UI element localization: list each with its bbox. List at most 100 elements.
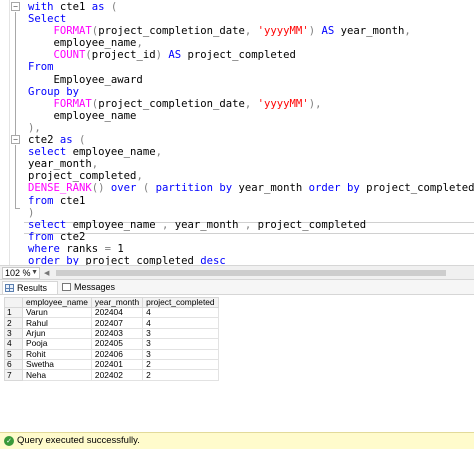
results-table: employee_name year_month project_complet… bbox=[4, 297, 219, 381]
code-line[interactable]: cte2 as ( bbox=[28, 134, 474, 146]
code-line[interactable]: from cte2 bbox=[28, 231, 474, 243]
header-row: employee_name year_month project_complet… bbox=[4, 297, 219, 308]
row-number[interactable]: 3 bbox=[4, 327, 23, 340]
code-token: From bbox=[28, 61, 54, 74]
table-cell[interactable]: Rohit bbox=[22, 348, 92, 360]
code-line[interactable]: ) bbox=[28, 207, 474, 219]
code-line[interactable]: FORMAT(project_completion_date, 'yyyyMM'… bbox=[28, 98, 474, 110]
collapse-icon[interactable]: − bbox=[11, 2, 20, 11]
code-token: , bbox=[91, 158, 99, 171]
code-token: project_id bbox=[91, 49, 156, 62]
table-cell[interactable]: 202407 bbox=[90, 317, 144, 329]
table-cell[interactable]: 4 bbox=[142, 317, 219, 329]
code-line[interactable]: From bbox=[28, 61, 474, 73]
row-number[interactable]: 7 bbox=[4, 369, 23, 381]
table-cell[interactable]: 2 bbox=[142, 369, 219, 381]
code-line[interactable]: where ranks = 1 bbox=[28, 243, 474, 255]
code-line[interactable]: Select bbox=[28, 13, 474, 25]
column-header[interactable]: year_month bbox=[90, 297, 144, 308]
zoom-value: 102 % bbox=[5, 268, 31, 278]
code-token: partition by bbox=[155, 182, 239, 195]
code-line[interactable]: employee_name bbox=[28, 110, 474, 122]
column-header[interactable]: project_completed bbox=[142, 297, 219, 308]
scroll-left-icon[interactable]: ◀ bbox=[44, 268, 49, 278]
code-line[interactable]: COUNT(project_id) AS project_completed bbox=[28, 49, 474, 61]
scrollbar-thumb[interactable] bbox=[56, 270, 446, 276]
chevron-down-icon[interactable]: ▼ bbox=[31, 268, 38, 278]
table-cell[interactable]: 202402 bbox=[90, 369, 144, 381]
code-area[interactable]: with cte1 as (Select FORMAT(project_comp… bbox=[28, 1, 474, 265]
code-token: project_completed bbox=[187, 49, 296, 62]
table-cell[interactable]: Swetha bbox=[22, 358, 92, 371]
horizontal-scrollbar[interactable]: ◀ bbox=[44, 268, 470, 278]
code-token: AS bbox=[168, 49, 188, 62]
table-cell[interactable]: 3 bbox=[142, 327, 219, 340]
table-cell[interactable]: Varun bbox=[22, 306, 92, 319]
code-line[interactable]: employee_name, bbox=[28, 37, 474, 49]
code-line[interactable]: order by project_completed desc bbox=[28, 255, 474, 265]
code-token: cte2 bbox=[28, 134, 60, 147]
table-cell[interactable]: 202403 bbox=[90, 327, 144, 340]
table-cell[interactable]: Neha bbox=[22, 369, 92, 381]
table-row[interactable]: 7 Neha 202402 2 bbox=[4, 369, 219, 381]
results-grid[interactable]: employee_name year_month project_complet… bbox=[0, 295, 474, 432]
code-token: from bbox=[28, 194, 60, 207]
fold-guide bbox=[15, 12, 16, 135]
status-text: Query executed successfully. bbox=[17, 435, 140, 446]
code-line[interactable]: Group by bbox=[28, 86, 474, 98]
code-line[interactable]: select employee_name, bbox=[28, 146, 474, 158]
table-cell[interactable]: 4 bbox=[142, 306, 219, 319]
code-token: COUNT bbox=[53, 49, 86, 62]
table-cell[interactable]: 2 bbox=[142, 358, 219, 371]
code-token: project_completed bbox=[28, 170, 137, 183]
table-row[interactable]: 1 Varun 202404 4 bbox=[4, 306, 219, 319]
code-token: with bbox=[28, 1, 60, 13]
code-token: ) bbox=[155, 49, 169, 62]
column-header[interactable]: employee_name bbox=[22, 297, 92, 308]
row-number[interactable]: 4 bbox=[4, 338, 23, 350]
table-row[interactable]: 5 Rohit 202406 3 bbox=[4, 348, 219, 360]
zoom-select[interactable]: 102 % ▼ bbox=[2, 267, 40, 279]
row-number[interactable]: 6 bbox=[4, 358, 23, 371]
code-token: = bbox=[104, 242, 118, 255]
code-line[interactable]: select employee_name , year_month , proj… bbox=[28, 219, 474, 231]
table-cell[interactable]: Rahul bbox=[22, 317, 92, 329]
code-token: FORMAT bbox=[53, 97, 92, 110]
table-cell[interactable]: Pooja bbox=[22, 338, 92, 350]
tab-messages[interactable]: Messages bbox=[60, 281, 120, 294]
code-line[interactable]: project_completed, bbox=[28, 170, 474, 182]
code-token: ranks bbox=[66, 242, 105, 255]
table-cell[interactable]: 3 bbox=[142, 348, 219, 360]
table-cell[interactable]: Arjun bbox=[22, 327, 92, 340]
table-cell[interactable]: 202405 bbox=[90, 338, 144, 350]
table-row[interactable]: 6 Swetha 202401 2 bbox=[4, 358, 219, 371]
code-line[interactable]: from cte1 bbox=[28, 195, 474, 207]
code-line[interactable]: ), bbox=[28, 122, 474, 134]
code-line[interactable]: with cte1 as ( bbox=[28, 1, 474, 13]
table-cell[interactable]: 202404 bbox=[90, 306, 144, 319]
table-row[interactable]: 2 Rahul 202407 4 bbox=[4, 317, 219, 329]
code-line[interactable]: year_month, bbox=[28, 158, 474, 170]
table-row[interactable]: 4 Pooja 202405 3 bbox=[4, 338, 219, 350]
code-line[interactable]: Employee_award bbox=[28, 74, 474, 86]
fold-guide-end bbox=[15, 208, 20, 209]
row-number[interactable]: 5 bbox=[4, 348, 23, 360]
code-token: 'yyyyMM' bbox=[257, 97, 309, 110]
sql-editor[interactable]: − − with cte1 as (Select FORMAT(project_… bbox=[0, 0, 474, 265]
tab-results[interactable]: Results bbox=[2, 281, 58, 294]
code-line[interactable]: FORMAT(project_completion_date, 'yyyyMM'… bbox=[28, 25, 474, 37]
collapse-icon[interactable]: − bbox=[11, 135, 20, 144]
code-token: Group by bbox=[28, 85, 80, 98]
table-row[interactable]: 3 Arjun 202403 3 bbox=[4, 327, 219, 340]
table-cell[interactable]: 202401 bbox=[90, 358, 144, 371]
table-cell[interactable]: 202406 bbox=[90, 348, 144, 360]
table-cell[interactable]: 3 bbox=[142, 338, 219, 350]
code-token: , bbox=[404, 25, 411, 38]
code-line[interactable]: DENSE_RANK() over ( partition by year_mo… bbox=[28, 182, 474, 194]
code-token: , bbox=[136, 170, 143, 183]
row-number[interactable]: 1 bbox=[4, 306, 23, 319]
corner-cell[interactable] bbox=[4, 297, 23, 308]
row-number[interactable]: 2 bbox=[4, 317, 23, 329]
